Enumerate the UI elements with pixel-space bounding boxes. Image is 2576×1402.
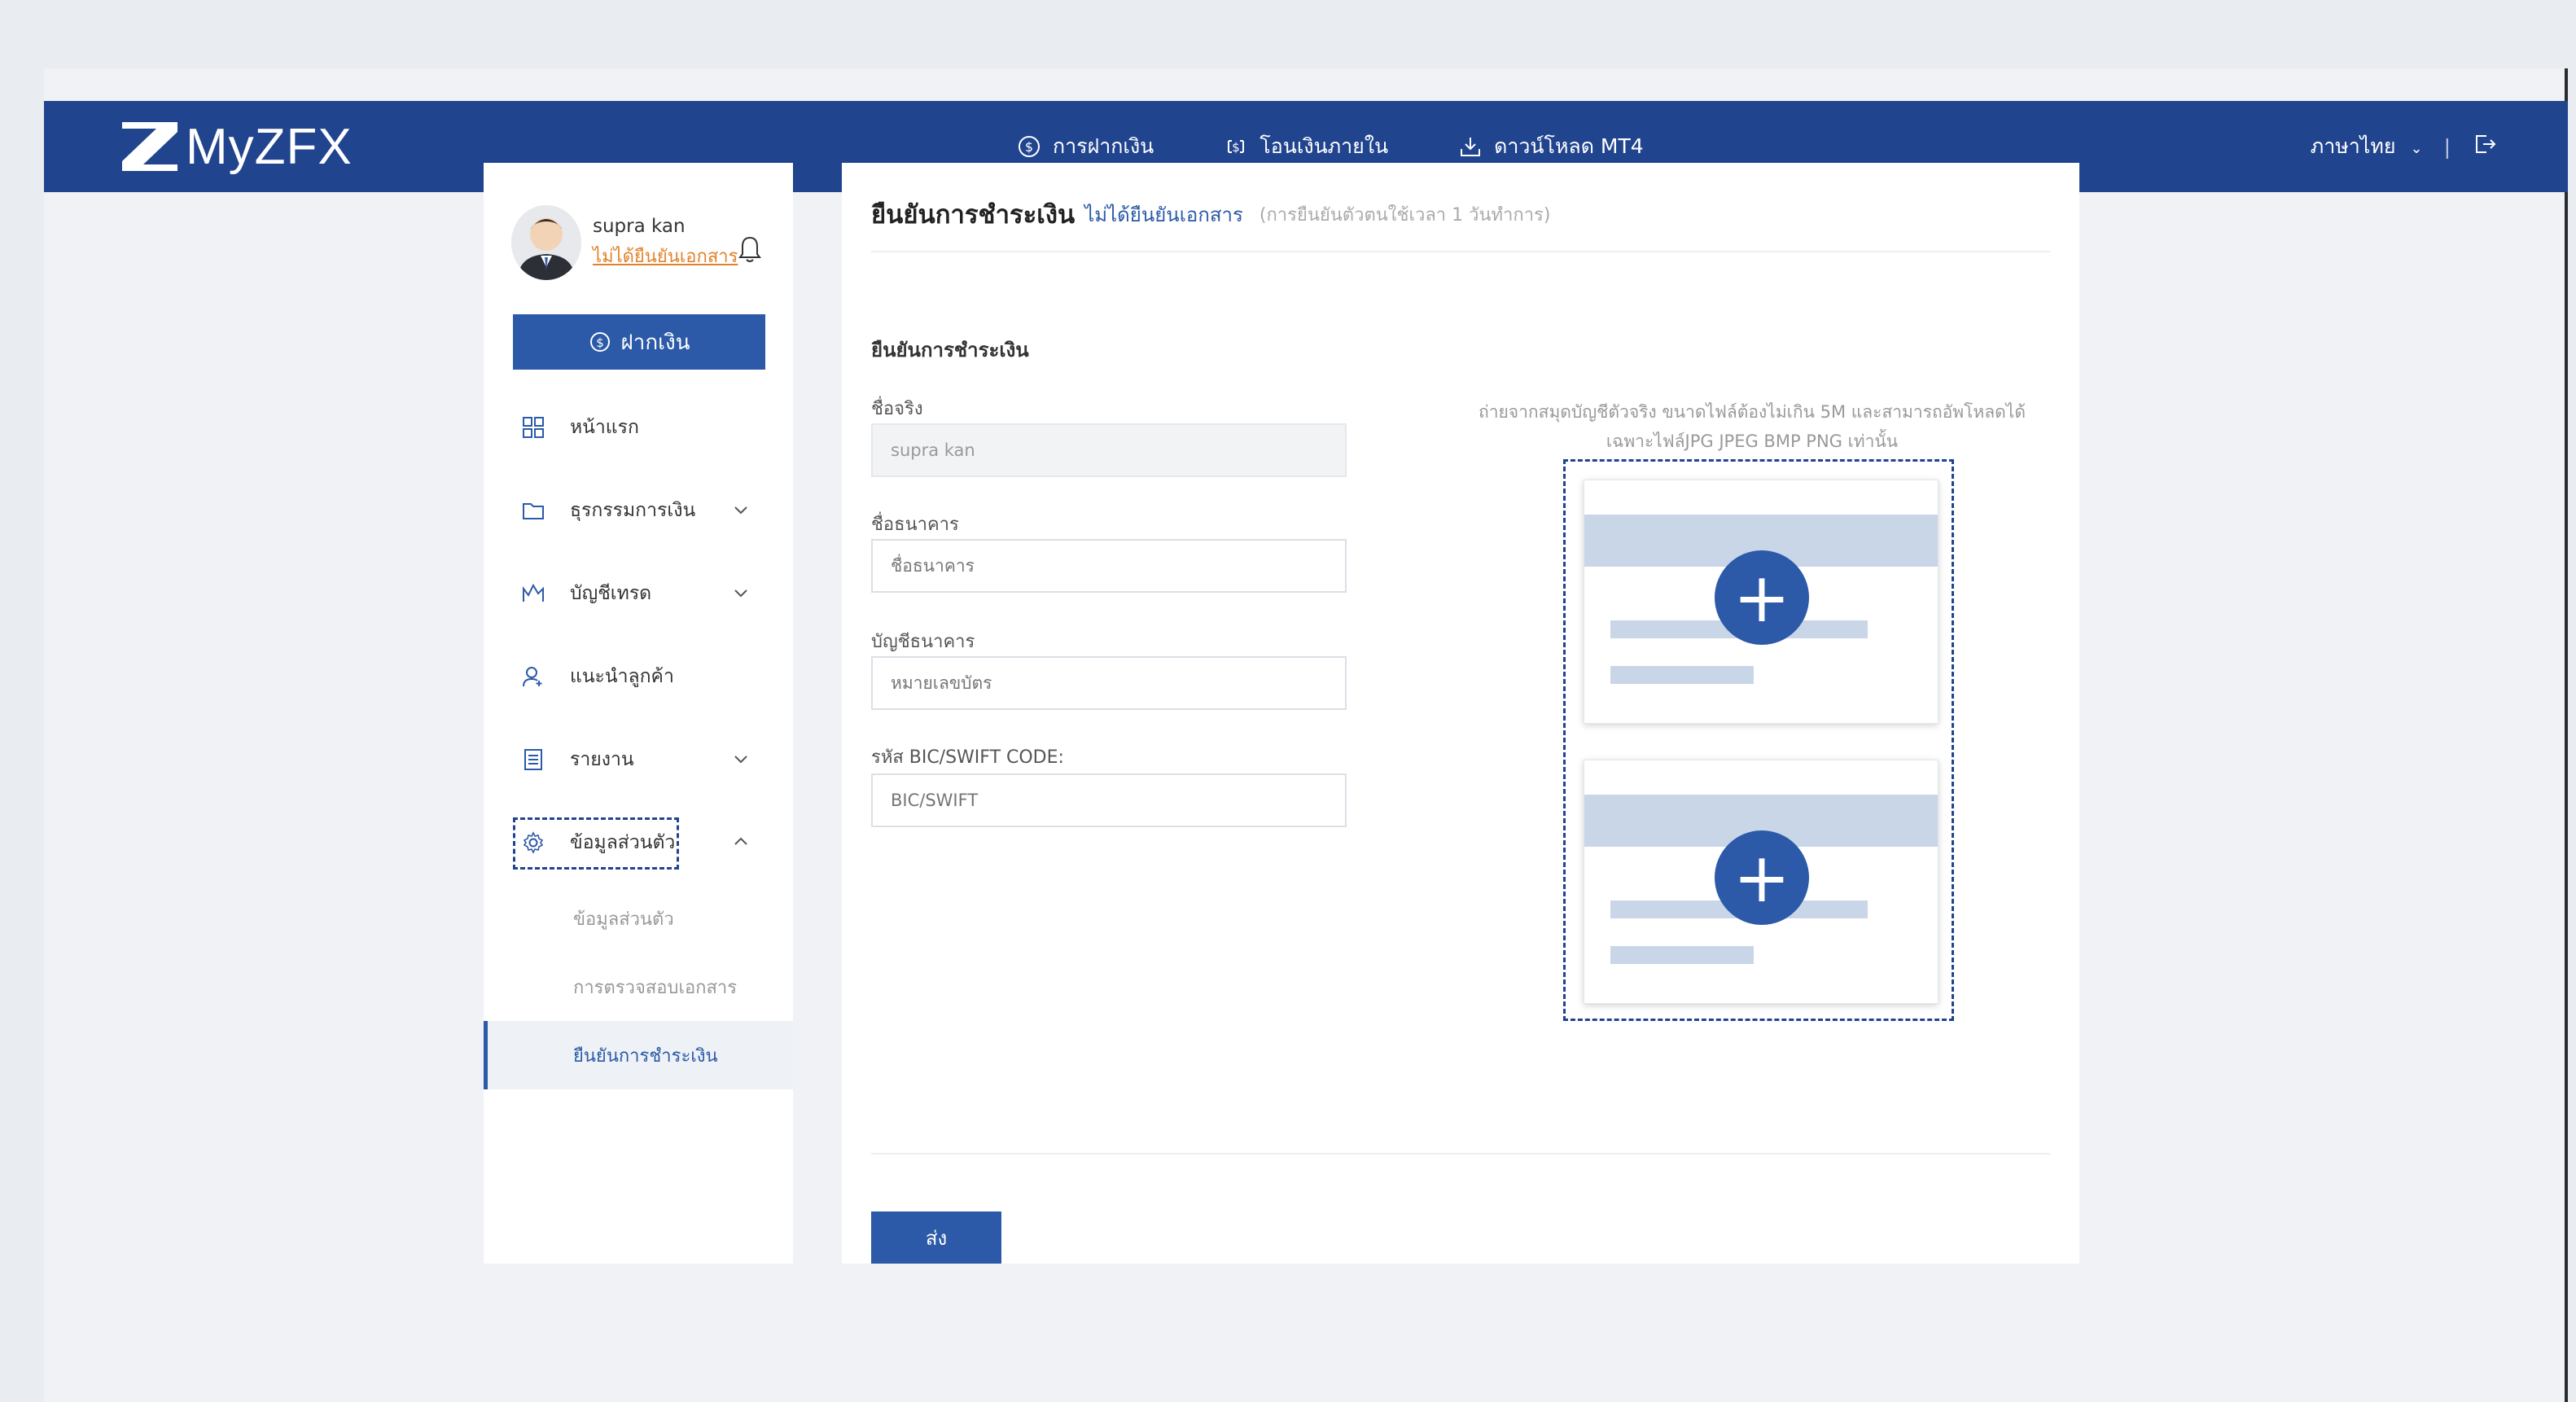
top-right-controls: ภาษาไทย ⌄ | bbox=[2311, 101, 2498, 192]
transfer-icon: $ bbox=[1224, 134, 1248, 159]
nav-deposit[interactable]: $ การฝากเงิน bbox=[1017, 130, 1154, 163]
sidebar-item-referral[interactable]: แนะนำลูกค้า bbox=[484, 635, 793, 718]
nav-internal-transfer-label: โอนเงินภายใน bbox=[1260, 134, 1389, 158]
main-panel: ยืนยันการชำระเงิน ไม่ได้ยืนยันเอกสาร (กา… bbox=[842, 163, 2079, 1264]
download-icon bbox=[1458, 134, 1483, 159]
bank-account-label: บัญชีธนาคาร bbox=[871, 632, 975, 652]
sidebar-item-reports-label: รายงาน bbox=[570, 749, 634, 770]
user-verification-status[interactable]: ไม่ได้ยืนยันเอกสาร bbox=[593, 242, 738, 270]
sidebar-item-referral-label: แนะนำลูกค้า bbox=[570, 666, 674, 687]
svg-text:$: $ bbox=[596, 335, 604, 350]
upload-plus-button[interactable]: + bbox=[1715, 830, 1809, 925]
deposit-button[interactable]: $ ฝากเงิน bbox=[513, 314, 765, 370]
sidebar-subitem-personal-info[interactable]: ข้อมูลส่วนตัว bbox=[484, 884, 793, 953]
submit-button[interactable]: ส่ง bbox=[871, 1211, 1001, 1264]
page-title: ยืนยันการชำระเงิน bbox=[871, 200, 1076, 230]
logout-icon bbox=[2476, 135, 2496, 153]
upload-zone: + + bbox=[1563, 459, 1954, 1021]
sidebar-item-trading-account-label: บัญชีเทรด bbox=[570, 583, 652, 604]
divider bbox=[871, 1153, 2050, 1154]
chart-icon bbox=[521, 581, 545, 606]
sidebar-item-home[interactable]: หน้าแรก bbox=[484, 386, 793, 469]
user-name: supra kan bbox=[593, 215, 686, 237]
sidebar-item-personal-info[interactable]: ข้อมูลส่วนตัว bbox=[484, 801, 793, 884]
sidebar-item-home-label: หน้าแรก bbox=[570, 417, 639, 438]
swift-code-input[interactable] bbox=[871, 773, 1347, 827]
page-header: ยืนยันการชำระเงิน ไม่ได้ยืนยันเอกสาร (กา… bbox=[871, 194, 2050, 252]
sidebar-subitem-payment-confirmation[interactable]: ยืนยันการชำระเงิน bbox=[484, 1021, 793, 1089]
header-separator: | bbox=[2443, 134, 2451, 159]
bank-account-input[interactable] bbox=[871, 656, 1347, 710]
dollar-circle-icon: $ bbox=[589, 332, 610, 352]
report-icon bbox=[521, 747, 545, 772]
svg-text:$: $ bbox=[1233, 140, 1241, 155]
user-profile: supra kan ไม่ได้ยืนยันเอกสาร bbox=[511, 205, 738, 280]
folder-icon bbox=[521, 498, 545, 523]
upload-card-back[interactable]: + bbox=[1584, 760, 1939, 1004]
zfx-logo-icon bbox=[122, 122, 177, 171]
deposit-button-label: ฝากเงิน bbox=[620, 329, 690, 354]
swift-code-label: รหัส BIC/SWIFT CODE: bbox=[871, 747, 1064, 768]
nav-download-mt4[interactable]: ดาวน์โหลด MT4 bbox=[1458, 130, 1644, 163]
sidebar-item-transactions-label: ธุรกรรมการเงิน bbox=[570, 500, 696, 521]
bank-name-label: ชื่อธนาคาร bbox=[871, 515, 959, 535]
section-title: ยืนยันการชำระเงิน bbox=[871, 339, 1029, 361]
chevron-down-icon bbox=[734, 756, 747, 764]
dollar-circle-icon: $ bbox=[1017, 134, 1041, 159]
verification-note: (การยืนยันตัวตนใช้เวลา 1 วันทำการ) bbox=[1259, 205, 1551, 226]
placeholder-line bbox=[1610, 666, 1754, 684]
nav-internal-transfer[interactable]: $ โอนเงินภายใน bbox=[1224, 130, 1388, 163]
upload-card-front[interactable]: + bbox=[1584, 480, 1939, 724]
sidebar-item-transactions[interactable]: ธุรกรรมการเงิน bbox=[484, 469, 793, 552]
language-selector[interactable]: ภาษาไทย ⌄ bbox=[2311, 130, 2423, 163]
nav-deposit-label: การฝากเงิน bbox=[1053, 134, 1154, 158]
profile-text: supra kan ไม่ได้ยืนยันเอกสาร bbox=[593, 216, 738, 270]
upload-instructions: ถ่ายจากสมุดบัญชีตัวจริง ขนาดไฟล์ต้องไม่เ… bbox=[1467, 397, 2037, 456]
chevron-up-icon bbox=[734, 837, 747, 845]
sidebar-menu: หน้าแรก ธุรกรรมการเงิน บัญชีเทรด แนะนำลู… bbox=[484, 386, 793, 1089]
sidebar-item-reports[interactable]: รายงาน bbox=[484, 718, 793, 801]
highlight-box bbox=[513, 817, 679, 870]
upload-plus-button[interactable]: + bbox=[1715, 550, 1809, 645]
user-add-icon bbox=[521, 664, 545, 689]
svg-text:$: $ bbox=[1025, 139, 1033, 155]
avatar bbox=[511, 205, 581, 280]
nav-download-mt4-label: ดาวน์โหลด MT4 bbox=[1494, 134, 1644, 158]
sidebar-item-trading-account[interactable]: บัญชีเทรด bbox=[484, 552, 793, 635]
bell-icon[interactable] bbox=[738, 234, 762, 264]
real-name-input[interactable] bbox=[871, 423, 1347, 477]
chevron-down-icon bbox=[734, 506, 747, 515]
sidebar: supra kan ไม่ได้ยืนยันเอกสาร $ ฝากเงิน ห… bbox=[484, 163, 793, 1264]
real-name-label: ชื่อจริง bbox=[871, 399, 923, 419]
placeholder-line bbox=[1610, 946, 1754, 964]
verification-status-link[interactable]: ไม่ได้ยืนยันเอกสาร bbox=[1084, 199, 1243, 230]
logo[interactable]: MyZFX bbox=[119, 116, 353, 177]
upload-note-line2: เฉพาะไฟล์JPG JPEG BMP PNG เท่านั้น bbox=[1606, 432, 1899, 451]
chevron-down-icon: ⌄ bbox=[2410, 140, 2423, 157]
logo-text: MyZFX bbox=[186, 118, 353, 175]
logout-button[interactable] bbox=[2472, 131, 2498, 162]
dashboard-icon bbox=[521, 415, 545, 440]
language-label: ภาษาไทย bbox=[2310, 134, 2396, 158]
sidebar-subitem-document-verification[interactable]: การตรวจสอบเอกสาร bbox=[484, 953, 793, 1021]
upload-note-line1: ถ่ายจากสมุดบัญชีตัวจริง ขนาดไฟล์ต้องไม่เ… bbox=[1479, 402, 2026, 422]
bank-name-input[interactable] bbox=[871, 539, 1347, 593]
chevron-down-icon bbox=[734, 589, 747, 598]
